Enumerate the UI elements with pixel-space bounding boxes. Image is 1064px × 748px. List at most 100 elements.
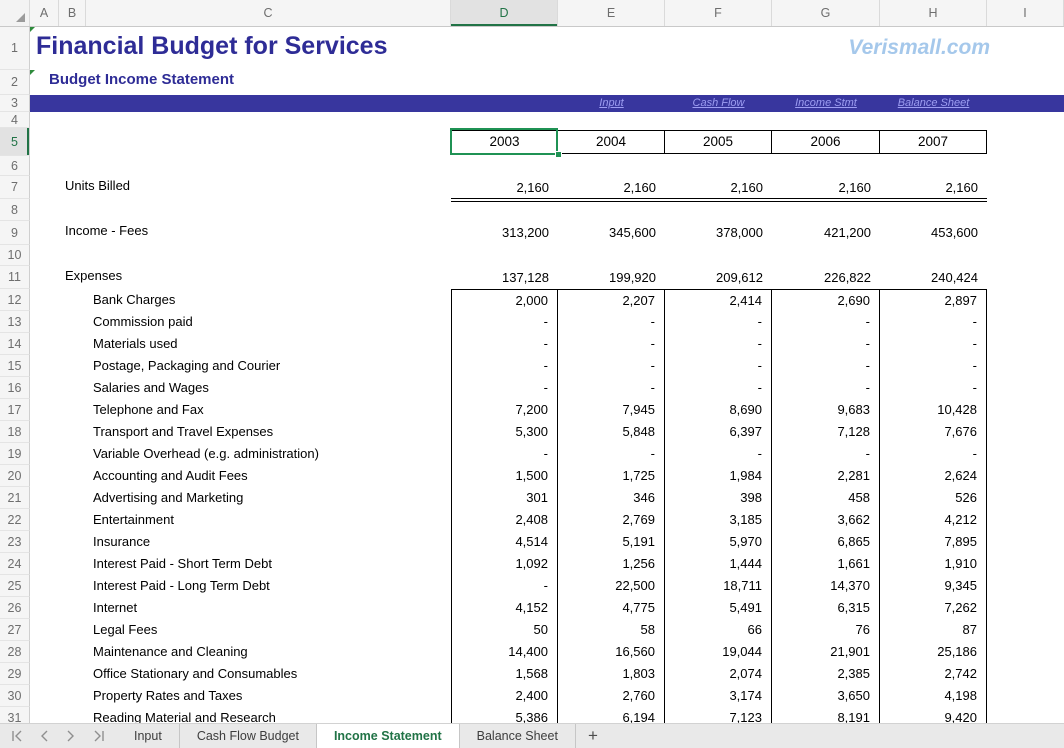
expense-value-cell[interactable]: 6,315	[772, 597, 880, 619]
row-header-7[interactable]: 7	[0, 176, 30, 199]
expense-value-cell[interactable]: 4,212	[880, 509, 987, 531]
value-cell[interactable]: 137,128	[451, 267, 558, 288]
year-cell-2007[interactable]: 2007	[880, 131, 987, 153]
expense-value-cell[interactable]: -	[451, 377, 558, 399]
expense-value-cell[interactable]: -	[558, 377, 665, 399]
expense-value-cell[interactable]: 50	[451, 619, 558, 641]
expense-value-cell[interactable]: 25,186	[880, 641, 987, 663]
expense-value-cell[interactable]: 5,970	[665, 531, 772, 553]
column-header-A[interactable]: A	[30, 0, 59, 26]
previous-sheet-button[interactable]	[35, 727, 53, 745]
row-header-11[interactable]: 11	[0, 266, 30, 289]
row-header-20[interactable]: 20	[0, 465, 30, 487]
value-cell[interactable]: 240,424	[880, 267, 987, 288]
row-header-24[interactable]: 24	[0, 553, 30, 575]
expense-label[interactable]: Insurance	[30, 531, 451, 553]
expense-value-cell[interactable]: -	[451, 333, 558, 355]
expense-label[interactable]: Bank Charges	[30, 289, 451, 311]
value-cell[interactable]: 2,160	[880, 177, 987, 198]
expense-value-cell[interactable]: -	[880, 355, 987, 377]
expense-value-cell[interactable]: 4,152	[451, 597, 558, 619]
row-header-26[interactable]: 26	[0, 597, 30, 619]
column-header-C[interactable]: C	[86, 0, 451, 26]
expense-value-cell[interactable]: 2,414	[665, 290, 772, 311]
value-cell[interactable]: 2,160	[451, 177, 558, 198]
expense-value-cell[interactable]: 2,624	[880, 465, 987, 487]
expense-value-cell[interactable]: 7,945	[558, 399, 665, 421]
expense-label[interactable]: Variable Overhead (e.g. administration)	[30, 443, 451, 465]
expense-label[interactable]: Telephone and Fax	[30, 399, 451, 421]
fill-handle[interactable]	[556, 152, 561, 157]
expense-value-cell[interactable]: 398	[665, 487, 772, 509]
expense-value-cell[interactable]: -	[451, 443, 558, 465]
year-cell-2004[interactable]: 2004	[558, 131, 665, 153]
column-header-G[interactable]: G	[772, 0, 880, 26]
expense-value-cell[interactable]: 14,370	[772, 575, 880, 597]
expense-value-cell[interactable]: 5,491	[665, 597, 772, 619]
column-header-E[interactable]: E	[558, 0, 665, 26]
row-header-9[interactable]: 9	[0, 221, 30, 245]
expense-value-cell[interactable]: 8,191	[772, 707, 880, 723]
select-all-button[interactable]	[0, 0, 30, 26]
last-sheet-button[interactable]	[89, 727, 107, 745]
expense-value-cell[interactable]: 21,901	[772, 641, 880, 663]
row-header-8[interactable]: 8	[0, 199, 30, 221]
expense-value-cell[interactable]: 2,281	[772, 465, 880, 487]
expense-value-cell[interactable]: 87	[880, 619, 987, 641]
expense-value-cell[interactable]: 4,514	[451, 531, 558, 553]
next-sheet-button[interactable]	[62, 727, 80, 745]
expense-value-cell[interactable]: 1,256	[558, 553, 665, 575]
value-cell[interactable]: 421,200	[772, 222, 880, 243]
expense-value-cell[interactable]: 3,185	[665, 509, 772, 531]
expense-value-cell[interactable]: 4,775	[558, 597, 665, 619]
expense-value-cell[interactable]: 7,676	[880, 421, 987, 443]
expense-value-cell[interactable]: -	[665, 355, 772, 377]
expense-value-cell[interactable]: 9,345	[880, 575, 987, 597]
row-header-12[interactable]: 12	[0, 289, 30, 311]
expense-value-cell[interactable]: 19,044	[665, 641, 772, 663]
expense-value-cell[interactable]: -	[880, 333, 987, 355]
expense-value-cell[interactable]: -	[665, 311, 772, 333]
row-header-15[interactable]: 15	[0, 355, 30, 377]
first-sheet-button[interactable]	[8, 727, 26, 745]
value-cell[interactable]: 199,920	[558, 267, 665, 288]
expense-value-cell[interactable]: 2,400	[451, 685, 558, 707]
expense-value-cell[interactable]: 1,910	[880, 553, 987, 575]
expense-value-cell[interactable]: 2,074	[665, 663, 772, 685]
expense-value-cell[interactable]: 2,897	[880, 290, 987, 311]
column-header-D[interactable]: D	[451, 0, 558, 26]
column-header-I[interactable]: I	[987, 0, 1064, 26]
expense-value-cell[interactable]: 1,725	[558, 465, 665, 487]
expense-label[interactable]: Interest Paid - Long Term Debt	[30, 575, 451, 597]
expense-value-cell[interactable]: 1,444	[665, 553, 772, 575]
expense-value-cell[interactable]: 1,500	[451, 465, 558, 487]
row-header-25[interactable]: 25	[0, 575, 30, 597]
expense-value-cell[interactable]: -	[880, 377, 987, 399]
value-cell[interactable]: 378,000	[665, 222, 772, 243]
value-cell[interactable]: 209,612	[665, 267, 772, 288]
expense-value-cell[interactable]: 2,742	[880, 663, 987, 685]
row-header-2[interactable]: 2	[0, 70, 30, 95]
row-header-3[interactable]: 3	[0, 95, 30, 112]
row-header-14[interactable]: 14	[0, 333, 30, 355]
expense-label[interactable]: Property Rates and Taxes	[30, 685, 451, 707]
expense-value-cell[interactable]: 5,191	[558, 531, 665, 553]
row-header-17[interactable]: 17	[0, 399, 30, 421]
row-header-18[interactable]: 18	[0, 421, 30, 443]
row-header-6[interactable]: 6	[0, 156, 30, 176]
expense-value-cell[interactable]: -	[558, 311, 665, 333]
expense-value-cell[interactable]: -	[772, 443, 880, 465]
expense-label[interactable]: Accounting and Audit Fees	[30, 465, 451, 487]
row-header-21[interactable]: 21	[0, 487, 30, 509]
expense-value-cell[interactable]: 16,560	[558, 641, 665, 663]
expense-value-cell[interactable]: 2,408	[451, 509, 558, 531]
expense-value-cell[interactable]: 5,300	[451, 421, 558, 443]
expense-value-cell[interactable]: 7,128	[772, 421, 880, 443]
expense-value-cell[interactable]: 3,650	[772, 685, 880, 707]
expense-value-cell[interactable]: -	[772, 377, 880, 399]
expense-value-cell[interactable]: 1,568	[451, 663, 558, 685]
row-header-5[interactable]: 5	[0, 128, 30, 156]
expense-value-cell[interactable]: 6,397	[665, 421, 772, 443]
expense-value-cell[interactable]: 2,207	[558, 290, 665, 311]
column-header-H[interactable]: H	[880, 0, 987, 26]
